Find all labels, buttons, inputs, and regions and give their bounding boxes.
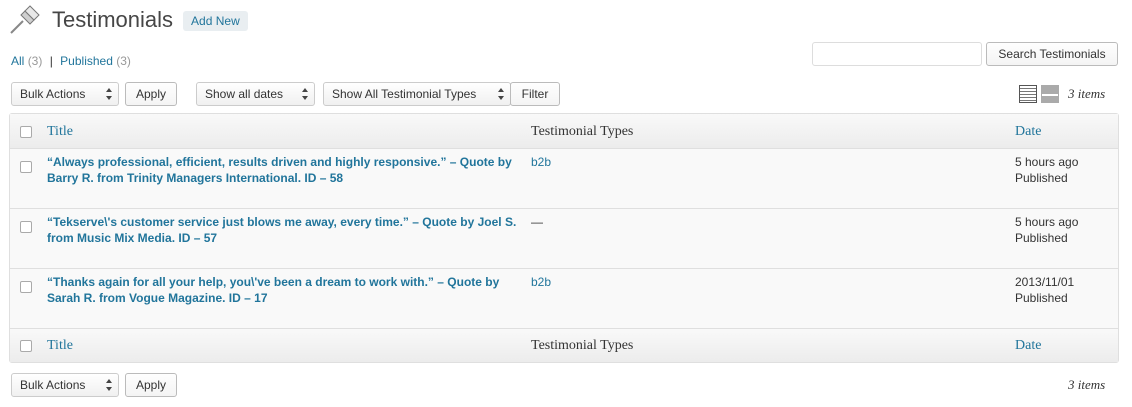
row-type-link[interactable]: b2b (531, 274, 551, 290)
items-count-top: 3 items (1068, 86, 1106, 101)
row-checkbox[interactable] (20, 161, 32, 173)
page-header: Testimonials Add New (8, 4, 248, 36)
bulk-actions-select-bottom[interactable]: Bulk Actions (11, 373, 119, 397)
bulk-actions-select-top[interactable]: Bulk Actions (11, 82, 119, 106)
row-title-link[interactable]: “Thanks again for all your help, you\'ve… (47, 274, 527, 306)
bulk-actions-value: Bulk Actions (20, 378, 86, 392)
row-checkbox[interactable] (20, 281, 32, 293)
items-count-bottom: 3 items (1068, 377, 1106, 392)
row-date: 2013/11/01 Published (1015, 274, 1074, 306)
testimonials-table: Title Testimonial Types Date “Always pro… (9, 113, 1119, 363)
table-row: “Thanks again for all your help, you\'ve… (10, 269, 1118, 329)
column-date-sort-footer[interactable]: Date (1015, 338, 1041, 354)
select-arrows-icon (498, 88, 505, 100)
filter-separator: | (49, 54, 53, 68)
types-filter-select[interactable]: Show All Testimonial Types (323, 82, 511, 106)
table-row: “Always professional, efficient, results… (10, 149, 1118, 209)
row-title-link[interactable]: “Always professional, efficient, results… (47, 154, 527, 186)
column-types-footer: Testimonial Types (531, 338, 634, 353)
select-arrows-icon (106, 88, 113, 100)
select-arrows-icon (106, 379, 113, 391)
select-all-checkbox-bottom[interactable] (20, 340, 32, 352)
select-all-checkbox-top[interactable] (20, 126, 32, 138)
row-date: 5 hours ago Published (1015, 154, 1078, 186)
filter-button[interactable]: Filter (510, 82, 560, 106)
row-checkbox[interactable] (20, 221, 32, 233)
page-title: Testimonials (52, 7, 174, 32)
add-new-button[interactable]: Add New (183, 11, 248, 31)
filter-published-count: (3) (116, 54, 131, 68)
row-date-value: 5 hours ago (1015, 155, 1079, 169)
row-date-value: 5 hours ago (1015, 215, 1079, 229)
table-row: “Tekserve\'s customer service just blows… (10, 209, 1118, 269)
apply-button-bottom[interactable]: Apply (125, 373, 177, 397)
row-status: Published (1015, 171, 1068, 185)
row-type-empty: — (531, 215, 543, 229)
search-input[interactable] (812, 42, 982, 66)
row-status: Published (1015, 231, 1068, 245)
filter-all-link[interactable]: All (11, 54, 24, 68)
filter-published-link[interactable]: Published (60, 54, 113, 68)
filter-all-count: (3) (27, 54, 43, 68)
column-title-sort-footer[interactable]: Title (47, 338, 73, 354)
row-title-link[interactable]: “Tekserve\'s customer service just blows… (47, 214, 527, 246)
bulk-actions-value: Bulk Actions (20, 87, 86, 101)
status-filter-links: All (3) | Published (3) (11, 54, 131, 68)
table-footer: Title Testimonial Types Date (10, 328, 1118, 362)
select-arrows-icon (302, 88, 309, 100)
list-view-icon[interactable] (1019, 85, 1037, 103)
dates-filter-select[interactable]: Show all dates (196, 82, 315, 106)
apply-button-top[interactable]: Apply (125, 82, 177, 106)
pushpin-icon (8, 5, 44, 35)
excerpt-view-icon[interactable] (1041, 85, 1059, 103)
types-filter-value: Show All Testimonial Types (332, 87, 477, 101)
column-date-sort[interactable]: Date (1015, 124, 1041, 140)
row-type-link[interactable]: b2b (531, 154, 551, 170)
row-status: Published (1015, 291, 1068, 305)
table-header: Title Testimonial Types Date (10, 114, 1118, 149)
search-testimonials-button[interactable]: Search Testimonials (986, 42, 1118, 66)
dates-filter-value: Show all dates (205, 87, 284, 101)
column-title-sort[interactable]: Title (47, 124, 73, 140)
column-types-header: Testimonial Types (531, 124, 634, 139)
row-date: 5 hours ago Published (1015, 214, 1078, 246)
row-date-value: 2013/11/01 (1015, 275, 1075, 289)
